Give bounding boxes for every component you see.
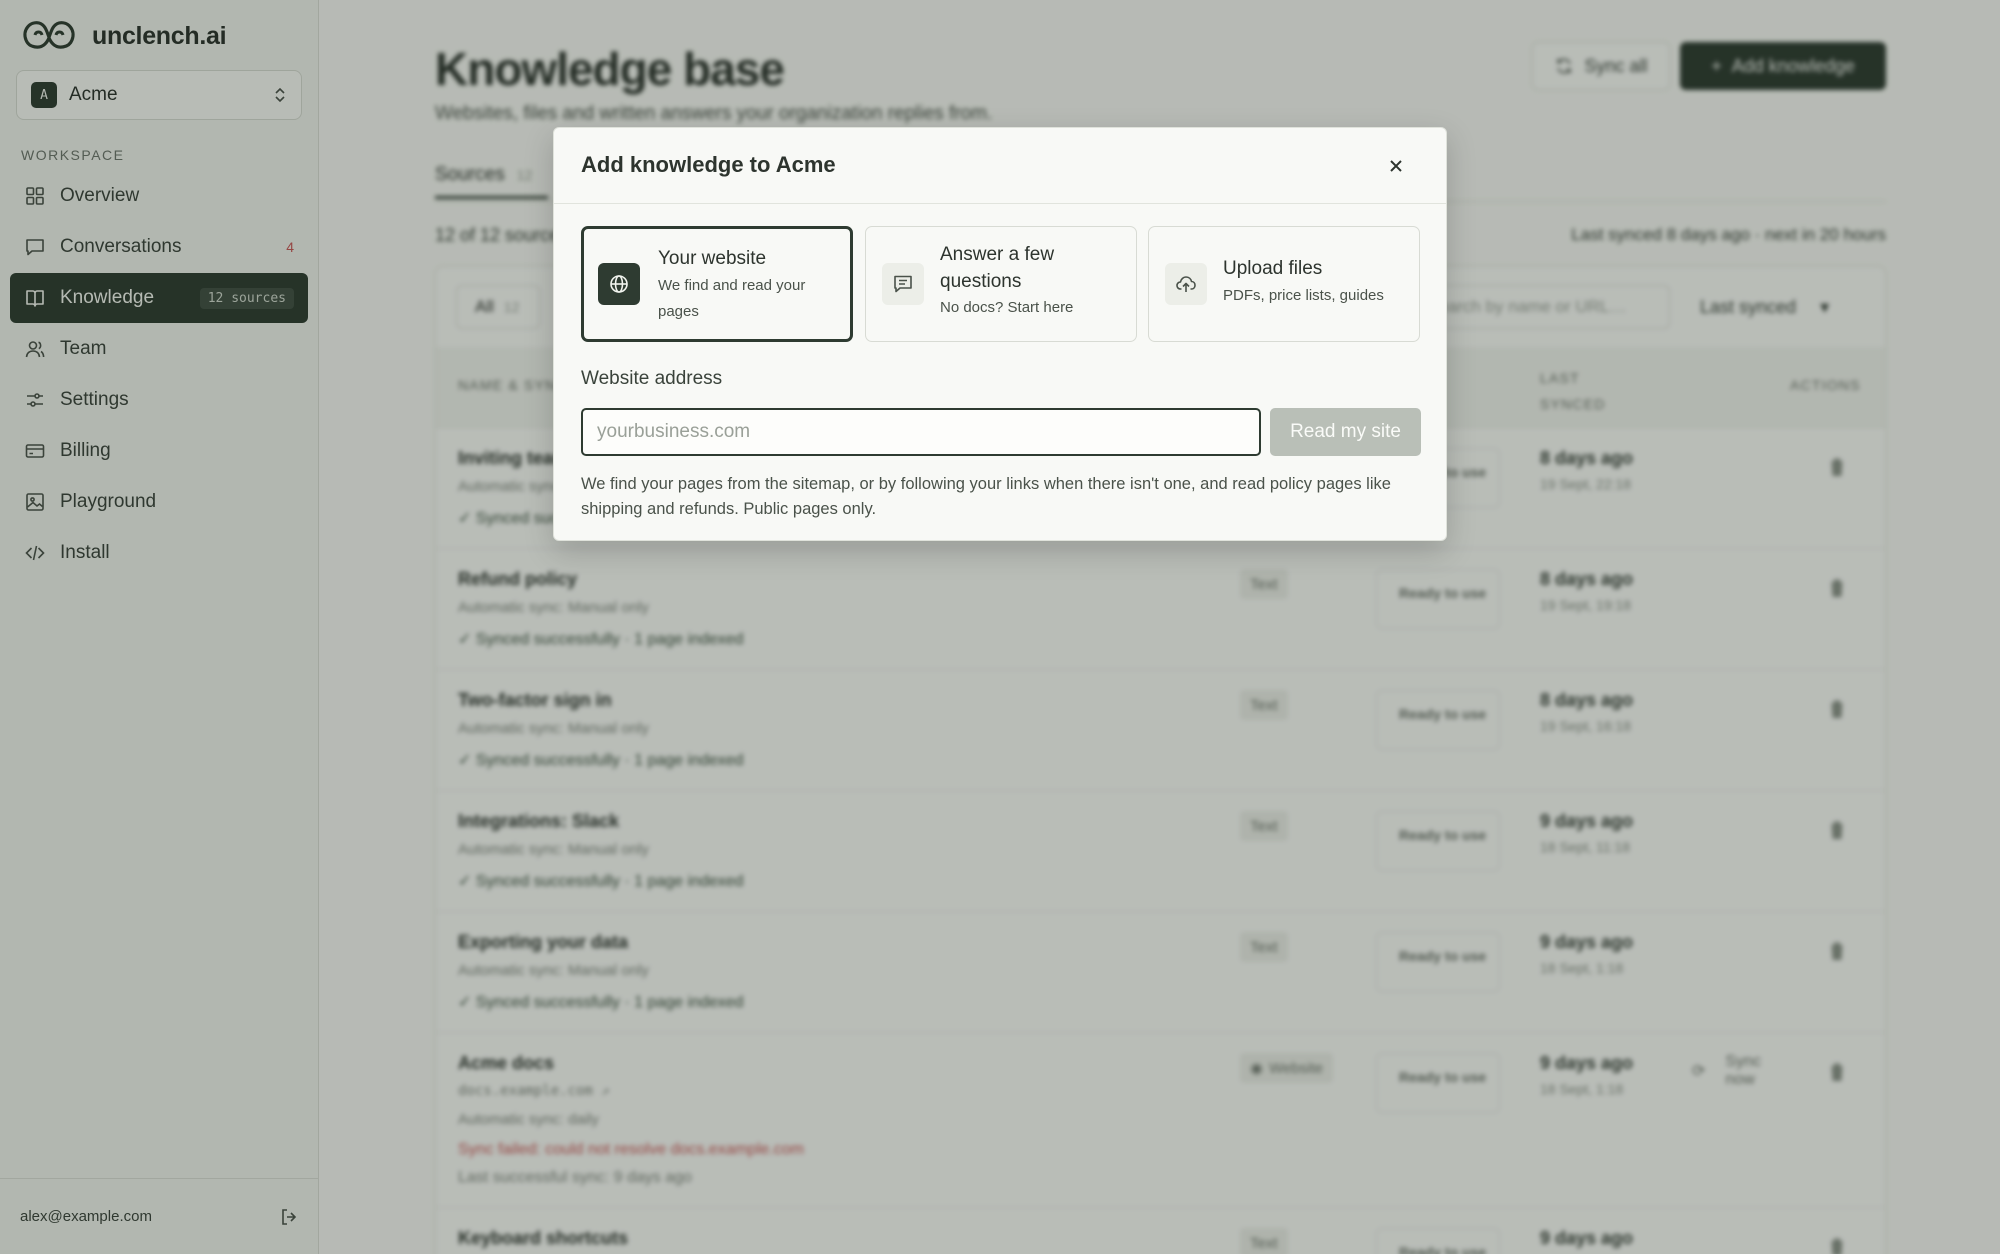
- option-description: We find and read your pages: [658, 277, 806, 320]
- option-your-website[interactable]: Your website We find and read your pages: [581, 226, 853, 342]
- option-description: No docs? Start here: [940, 299, 1074, 316]
- read-my-site-button[interactable]: Read my site: [1270, 408, 1421, 456]
- message-icon: [894, 275, 912, 293]
- globe-icon: [610, 275, 628, 293]
- option-title: Your website: [658, 248, 767, 269]
- website-address-input[interactable]: [581, 408, 1261, 456]
- option-upload-files[interactable]: Upload files PDFs, price lists, guides: [1148, 226, 1420, 342]
- upload-cloud-icon: [1176, 276, 1196, 292]
- website-address-label: Website address: [581, 368, 723, 389]
- option-icon-box: [1165, 263, 1207, 305]
- option-answer-questions[interactable]: Answer a few questions No docs? Start he…: [865, 226, 1137, 342]
- dialog-header: Add knowledge to Acme: [554, 128, 1446, 204]
- option-title: Upload files: [1223, 258, 1323, 279]
- close-icon: [1390, 160, 1402, 172]
- option-description: PDFs, price lists, guides: [1223, 287, 1384, 304]
- helper-text: We find your pages from the sitemap, or …: [581, 475, 1391, 518]
- add-knowledge-dialog: Add knowledge to Acme Your website We fi…: [553, 127, 1447, 541]
- option-icon-box: [882, 263, 924, 305]
- option-icon-box: [598, 263, 640, 305]
- dialog-title: Add knowledge to Acme: [581, 152, 836, 177]
- close-button[interactable]: [1384, 154, 1408, 178]
- option-title: Answer a few questions: [940, 244, 1055, 292]
